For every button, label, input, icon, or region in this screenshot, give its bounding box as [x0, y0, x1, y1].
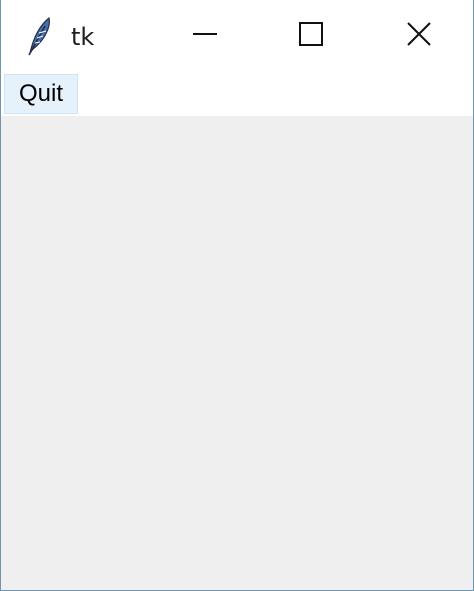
- close-button[interactable]: [367, 0, 471, 72]
- client-area: [1, 116, 473, 590]
- menu-bar: Quit: [1, 72, 473, 116]
- maximize-button[interactable]: [259, 0, 363, 72]
- menu-item-quit[interactable]: Quit: [4, 74, 79, 114]
- close-icon: [406, 21, 432, 51]
- minimize-icon: [192, 21, 218, 51]
- app-window: tk Quit: [0, 0, 474, 591]
- maximize-icon: [298, 21, 324, 51]
- title-bar[interactable]: tk: [1, 0, 473, 72]
- minimize-button[interactable]: [153, 0, 257, 72]
- window-title: tk: [71, 23, 95, 51]
- feather-icon[interactable]: [27, 16, 53, 56]
